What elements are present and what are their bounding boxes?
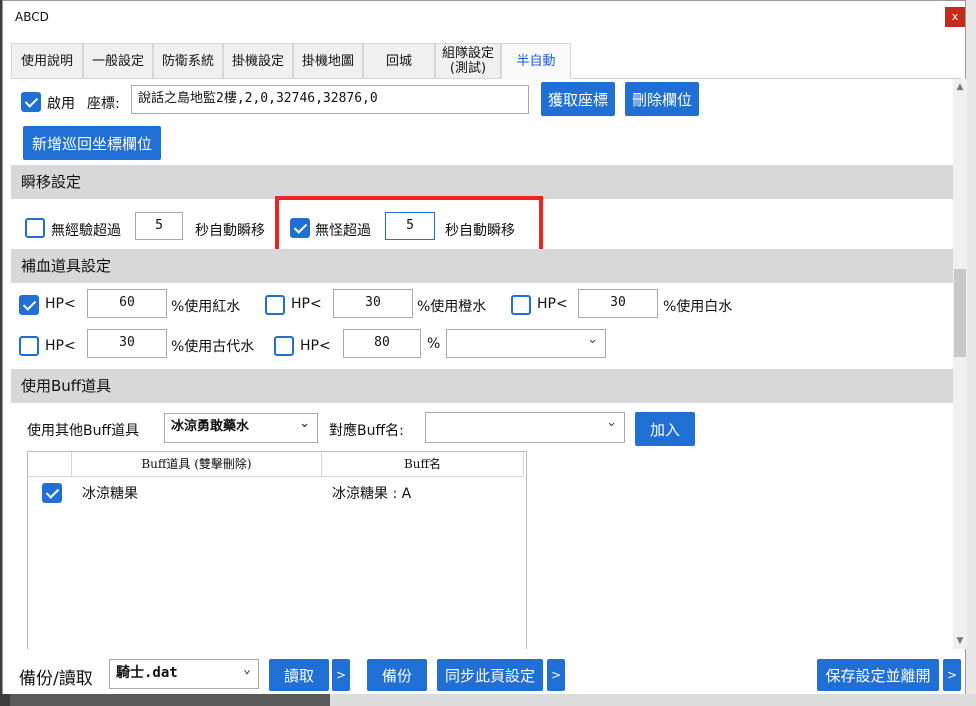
- no-exp-seconds-input[interactable]: 5: [135, 212, 183, 240]
- sync-more-button[interactable]: >: [547, 659, 565, 691]
- tab-instructions[interactable]: 使用說明: [11, 43, 83, 79]
- background-app-bottom: [330, 694, 976, 706]
- potion-custom-suffix: %: [427, 336, 441, 352]
- footer-bar: 備份/讀取 騎士.dat 讀取 > 備份 同步此頁設定 > 保存設定並離開 >: [3, 649, 965, 694]
- coord-input[interactable]: 說話之島地監2樓,2,0,32746,32876,0: [131, 85, 529, 114]
- close-button[interactable]: x: [945, 7, 965, 27]
- tab-semi-auto[interactable]: 半自動: [501, 43, 571, 79]
- window-title: ABCD: [15, 10, 49, 24]
- tab-defense[interactable]: 防衛系統: [153, 43, 223, 79]
- scrollbar-thumb[interactable]: [954, 269, 966, 357]
- potion-custom-select[interactable]: [446, 329, 606, 358]
- scroll-down-icon[interactable]: ▼: [954, 635, 966, 647]
- potion-ancient-input[interactable]: 30: [87, 329, 167, 358]
- list-header-buff[interactable]: Buff名: [322, 452, 524, 477]
- potion-red-suffix: %使用紅水: [171, 299, 241, 315]
- save-more-button[interactable]: >: [943, 659, 961, 691]
- buff-row-checkbox[interactable]: [42, 483, 62, 503]
- tab-party-settings[interactable]: 組隊設定 (測試): [435, 43, 501, 79]
- buff-row-buff[interactable]: 冰涼糖果 : A: [332, 483, 411, 503]
- teleport-header: 瞬移設定: [11, 165, 953, 199]
- tab-return-town[interactable]: 回城: [363, 43, 435, 79]
- buff-list[interactable]: Buff道具 (雙擊刪除) Buff名 冰涼糖果 冰涼糖果 : A: [27, 451, 527, 649]
- tab-bar: 使用說明 一般設定 防衛系統 掛機設定 掛機地圖 回城 組隊設定 (測試) 半自…: [11, 43, 961, 79]
- scrollbar[interactable]: [953, 79, 967, 649]
- delete-field-button[interactable]: 刪除欄位: [625, 82, 699, 116]
- potion-custom-checkbox[interactable]: [274, 336, 294, 356]
- potion-custom-input[interactable]: 80: [343, 329, 421, 358]
- potion-red-checkbox[interactable]: [19, 295, 39, 315]
- add-patrol-button[interactable]: 新增巡回坐標欄位: [23, 126, 161, 160]
- settings-window: ABCD x 使用說明 一般設定 防衛系統 掛機設定 掛機地圖 回城 組隊設定 …: [2, 0, 967, 694]
- list-header-check: [28, 452, 72, 477]
- scroll-up-icon[interactable]: ▲: [954, 81, 966, 93]
- buff-header: 使用Buff道具: [11, 369, 953, 403]
- potion-orange-checkbox[interactable]: [265, 295, 285, 315]
- potion-ancient-checkbox[interactable]: [19, 336, 39, 356]
- potion-white-input[interactable]: 30: [578, 289, 658, 318]
- sync-page-button[interactable]: 同步此頁設定: [437, 659, 543, 691]
- potion-orange-prefix: HP<: [291, 296, 322, 312]
- backup-label: 備份/讀取: [19, 669, 93, 689]
- no-exp-suffix: 秒自動瞬移: [195, 223, 265, 239]
- read-more-button[interactable]: >: [332, 659, 350, 691]
- save-exit-button[interactable]: 保存設定並離開: [817, 659, 939, 691]
- potion-white-prefix: HP<: [537, 296, 568, 312]
- potion-white-checkbox[interactable]: [511, 295, 531, 315]
- potion-ancient-suffix: %使用古代水: [171, 339, 255, 355]
- no-exp-checkbox[interactable]: [25, 218, 45, 238]
- other-buff-label: 使用其他Buff道具: [27, 423, 140, 439]
- backup-file-select[interactable]: 騎士.dat: [109, 659, 259, 689]
- potion-custom-prefix: HP<: [300, 338, 331, 354]
- no-monster-suffix: 秒自動瞬移: [445, 223, 515, 239]
- backup-button[interactable]: 備份: [367, 659, 427, 691]
- potion-red-prefix: HP<: [45, 296, 76, 312]
- coord-label: 座標:: [87, 96, 120, 112]
- potion-white-suffix: %使用白水: [663, 299, 733, 315]
- no-monster-checkbox[interactable]: [290, 218, 310, 238]
- no-exp-label: 無經驗超過: [51, 223, 121, 239]
- no-monster-seconds-input[interactable]: 5: [385, 212, 435, 240]
- tab-general[interactable]: 一般設定: [83, 43, 153, 79]
- no-monster-label: 無怪超過: [315, 223, 371, 239]
- background-app-right: [966, 0, 976, 706]
- get-coord-button[interactable]: 獲取座標: [541, 82, 615, 116]
- potion-red-input[interactable]: 60: [87, 289, 167, 318]
- potion-orange-input[interactable]: 30: [333, 289, 413, 318]
- potion-orange-suffix: %使用橙水: [417, 299, 487, 315]
- tab-content: 啟用 座標: 說話之島地監2樓,2,0,32746,32876,0 獲取座標 刪…: [11, 79, 953, 649]
- read-button[interactable]: 讀取: [269, 659, 329, 691]
- tab-afk-settings[interactable]: 掛機設定: [223, 43, 293, 79]
- match-buff-label: 對應Buff名:: [329, 423, 404, 439]
- enable-checkbox[interactable]: [21, 92, 41, 112]
- potion-header: 補血道具設定: [11, 249, 953, 283]
- enable-label: 啟用: [47, 96, 75, 112]
- buff-row-item[interactable]: 冰涼糖果: [82, 483, 138, 503]
- match-buff-select[interactable]: [425, 412, 625, 443]
- other-buff-select[interactable]: 冰涼勇敢藥水: [164, 413, 318, 443]
- list-header-item[interactable]: Buff道具 (雙擊刪除): [72, 452, 322, 477]
- title-bar: ABCD x: [3, 1, 965, 35]
- tab-afk-map[interactable]: 掛機地圖: [293, 43, 363, 79]
- add-buff-button[interactable]: 加入: [635, 412, 695, 446]
- potion-ancient-prefix: HP<: [45, 338, 76, 354]
